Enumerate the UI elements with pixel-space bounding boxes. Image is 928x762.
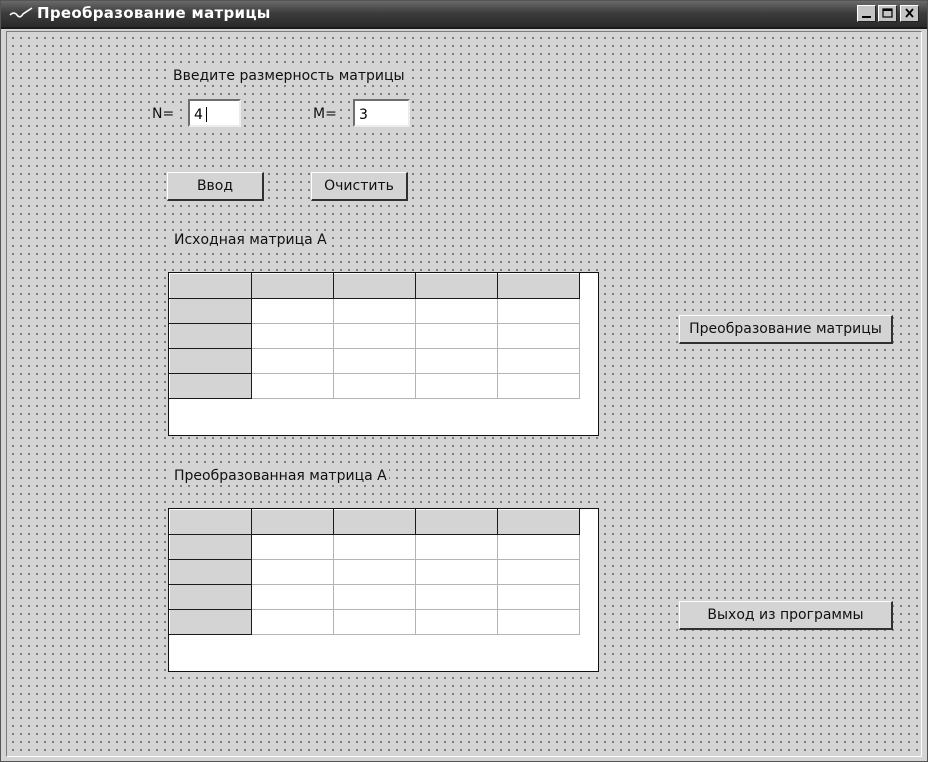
- result-matrix-fixed-cell: [169, 584, 252, 610]
- form-area: Введите размерность матрицы N= M= Ввод О…: [6, 31, 922, 757]
- result-matrix-cell[interactable]: [333, 559, 416, 585]
- result-matrix-cell[interactable]: [497, 559, 580, 585]
- maximize-icon: [882, 8, 893, 18]
- source-matrix-cell[interactable]: [251, 323, 334, 349]
- source-matrix-cell[interactable]: [415, 373, 498, 399]
- title-bar[interactable]: Преобразование матрицы: [1, 1, 927, 29]
- source-matrix-cell[interactable]: [497, 373, 580, 399]
- clear-button[interactable]: Очистить: [311, 172, 408, 201]
- exit-button[interactable]: Выход из программы: [679, 601, 893, 630]
- enter-button[interactable]: Ввод: [167, 172, 264, 201]
- result-matrix-fixed-cell: [169, 609, 252, 635]
- source-matrix-table[interactable]: [169, 273, 580, 399]
- source-matrix-cell[interactable]: [251, 298, 334, 324]
- source-matrix-cell[interactable]: [415, 323, 498, 349]
- result-matrix-cell[interactable]: [415, 584, 498, 610]
- source-matrix-fixed-cell: [169, 373, 252, 399]
- result-matrix-grid[interactable]: [168, 508, 599, 672]
- result-matrix-cell[interactable]: [415, 534, 498, 560]
- n-label: N=: [150, 106, 177, 122]
- result-matrix-cell[interactable]: [333, 584, 416, 610]
- source-matrix-cell[interactable]: [415, 298, 498, 324]
- source-matrix-fixed-cell: [251, 273, 334, 299]
- result-matrix-fixed-cell: [251, 509, 334, 535]
- result-matrix-cell[interactable]: [415, 559, 498, 585]
- source-matrix-fixed-cell: [169, 348, 252, 374]
- source-matrix-cell[interactable]: [251, 348, 334, 374]
- result-matrix-fixed-cell: [169, 509, 252, 535]
- window-menu-icon[interactable]: [9, 3, 33, 23]
- source-matrix-fixed-cell: [169, 298, 252, 324]
- result-matrix-fixed-cell: [333, 509, 416, 535]
- result-matrix-cell[interactable]: [497, 609, 580, 635]
- result-matrix-cell[interactable]: [251, 609, 334, 635]
- source-matrix-cell[interactable]: [497, 348, 580, 374]
- result-matrix-row: [169, 584, 580, 610]
- result-matrix-cell[interactable]: [251, 584, 334, 610]
- result-matrix-cell[interactable]: [497, 534, 580, 560]
- source-matrix-fixed-cell: [169, 323, 252, 349]
- n-input[interactable]: [190, 101, 239, 125]
- result-matrix-table[interactable]: [169, 509, 580, 635]
- result-matrix-label: Преобразованная матрица А: [172, 468, 389, 484]
- result-matrix-fixed-cell: [497, 509, 580, 535]
- window-title: Преобразование матрицы: [37, 4, 271, 22]
- source-matrix-row: [169, 373, 580, 399]
- text-caret: [206, 107, 207, 122]
- source-matrix-cell[interactable]: [333, 323, 416, 349]
- result-matrix-cell[interactable]: [251, 534, 334, 560]
- source-matrix-row: [169, 273, 580, 299]
- minimize-button[interactable]: [857, 5, 876, 22]
- source-matrix-label: Исходная матрица А: [172, 232, 329, 248]
- source-matrix-fixed-cell: [415, 273, 498, 299]
- source-matrix-grid[interactable]: [168, 272, 599, 436]
- source-matrix-cell[interactable]: [415, 348, 498, 374]
- maximize-button[interactable]: [878, 5, 897, 22]
- source-matrix-row: [169, 298, 580, 324]
- dimension-prompt-label: Введите размерность матрицы: [171, 68, 407, 84]
- result-matrix-row: [169, 609, 580, 635]
- result-matrix-row: [169, 534, 580, 560]
- m-label: M=: [311, 106, 339, 122]
- source-matrix-cell[interactable]: [497, 323, 580, 349]
- m-input[interactable]: [355, 101, 408, 125]
- result-matrix-cell[interactable]: [333, 609, 416, 635]
- result-matrix-fixed-cell: [169, 534, 252, 560]
- source-matrix-fixed-cell: [169, 273, 252, 299]
- close-button[interactable]: [900, 5, 919, 22]
- source-matrix-cell[interactable]: [497, 298, 580, 324]
- result-matrix-fixed-cell: [169, 559, 252, 585]
- result-matrix-cell[interactable]: [251, 559, 334, 585]
- m-field[interactable]: [353, 99, 410, 127]
- result-matrix-row: [169, 509, 580, 535]
- source-matrix-cell[interactable]: [333, 298, 416, 324]
- source-matrix-cell[interactable]: [251, 373, 334, 399]
- result-matrix-cell[interactable]: [333, 534, 416, 560]
- result-matrix-fixed-cell: [415, 509, 498, 535]
- minimize-icon: [862, 16, 871, 18]
- source-matrix-fixed-cell: [333, 273, 416, 299]
- main-window: Преобразование матрицы Введите размернос…: [0, 0, 928, 762]
- source-matrix-fixed-cell: [497, 273, 580, 299]
- close-icon: [905, 8, 914, 18]
- source-matrix-cell[interactable]: [333, 373, 416, 399]
- result-matrix-cell[interactable]: [415, 609, 498, 635]
- result-matrix-cell[interactable]: [497, 584, 580, 610]
- n-field[interactable]: [188, 99, 241, 127]
- source-matrix-row: [169, 348, 580, 374]
- transform-matrix-button[interactable]: Преобразование матрицы: [679, 315, 893, 344]
- source-matrix-cell[interactable]: [333, 348, 416, 374]
- result-matrix-row: [169, 559, 580, 585]
- source-matrix-row: [169, 323, 580, 349]
